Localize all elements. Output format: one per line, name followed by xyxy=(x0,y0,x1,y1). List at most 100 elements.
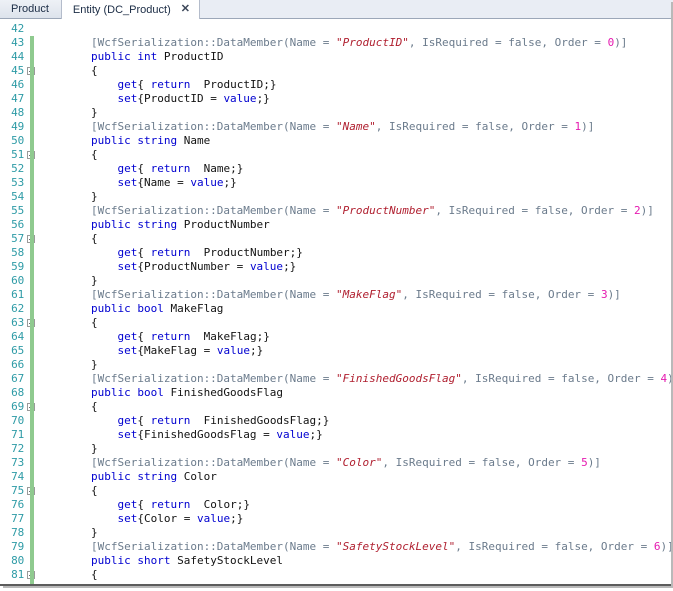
token-plain: { xyxy=(137,330,151,343)
token-kw: set xyxy=(38,428,138,441)
code-line[interactable]: 43 [WcfSerialization::DataMember(Name = … xyxy=(0,36,671,50)
code-line[interactable]: 79 [WcfSerialization::DataMember(Name = … xyxy=(0,540,671,554)
change-bar xyxy=(30,344,34,358)
code-line[interactable]: 49 [WcfSerialization::DataMember(Name = … xyxy=(0,120,671,134)
token-kw: public string xyxy=(38,218,184,231)
token-num: 3 xyxy=(600,288,608,301)
code-line[interactable]: 64 get{ return MakeFlag;} xyxy=(0,330,671,344)
code-text: [WcfSerialization::DataMember(Name = "Pr… xyxy=(38,36,627,50)
token-attr: )] xyxy=(614,36,628,49)
code-line[interactable]: 81 { xyxy=(0,568,671,582)
code-line[interactable]: 78 } xyxy=(0,526,671,540)
code-text: } xyxy=(38,358,98,372)
code-line[interactable]: 73 [WcfSerialization::DataMember(Name = … xyxy=(0,456,671,470)
code-line[interactable]: 55 [WcfSerialization::DataMember(Name = … xyxy=(0,204,671,218)
line-number: 75 xyxy=(11,484,24,497)
code-line[interactable]: 51 { xyxy=(0,148,671,162)
code-line[interactable]: 66 } xyxy=(0,358,671,372)
token-kw: value xyxy=(249,260,284,273)
line-number: 76 xyxy=(11,498,24,511)
tab-entity-dc-product[interactable]: Entity (DC_Product) ✕ xyxy=(60,0,200,19)
code-line[interactable]: 80 public short SafetyStockLevel xyxy=(0,554,671,568)
line-number: 45 xyxy=(11,64,24,77)
code-text: public bool MakeFlag xyxy=(38,302,223,316)
token-plain: {FinishedGoodsFlag = xyxy=(137,428,277,441)
token-plain: {ProductNumber = xyxy=(137,260,250,273)
code-line[interactable]: 65 set{MakeFlag = value;} xyxy=(0,344,671,358)
change-bar xyxy=(30,372,34,386)
code-line[interactable]: 60 } xyxy=(0,274,671,288)
line-number: 61 xyxy=(11,288,24,301)
code-line[interactable]: 48 } xyxy=(0,106,671,120)
code-line[interactable]: 45 { xyxy=(0,64,671,78)
change-bar xyxy=(30,428,34,442)
code-line[interactable]: 69 { xyxy=(0,400,671,414)
change-bar xyxy=(30,386,34,400)
code-line[interactable]: 57 { xyxy=(0,232,671,246)
code-text: } xyxy=(38,442,98,456)
code-line[interactable]: 50 public string Name xyxy=(0,134,671,148)
token-num: 5 xyxy=(581,456,588,469)
token-plain: { xyxy=(137,414,151,427)
code-text: } xyxy=(38,274,98,288)
line-number: 68 xyxy=(11,386,24,399)
code-lines-container[interactable]: 42 43 [WcfSerialization::DataMember(Name … xyxy=(0,19,671,584)
change-bar xyxy=(30,456,34,470)
code-line[interactable]: 74 public string Color xyxy=(0,470,671,484)
token-attr: )] xyxy=(607,288,621,301)
line-number: 71 xyxy=(11,428,24,441)
code-line[interactable]: 54 } xyxy=(0,190,671,204)
change-bar xyxy=(30,260,34,274)
code-line[interactable]: 46 get{ return ProductID;} xyxy=(0,78,671,92)
code-line[interactable]: 44 public int ProductID xyxy=(0,50,671,64)
token-attr: [WcfSerialization::DataMember(Name = xyxy=(38,372,337,385)
code-text: [WcfSerialization::DataMember(Name = "Ma… xyxy=(38,288,621,302)
code-line[interactable]: 62 public bool MakeFlag xyxy=(0,302,671,316)
code-text: get{ return MakeFlag;} xyxy=(38,330,269,344)
change-bar xyxy=(30,484,34,498)
line-number: 51 xyxy=(11,148,24,161)
code-line[interactable]: 72 } xyxy=(0,442,671,456)
change-bar xyxy=(30,120,34,134)
code-line[interactable]: 59 set{ProductNumber = value;} xyxy=(0,260,671,274)
code-line[interactable]: 70 get{ return FinishedGoodsFlag;} xyxy=(0,414,671,428)
tab-label: Product xyxy=(11,3,49,15)
change-bar xyxy=(30,302,34,316)
code-line[interactable]: 56 public string ProductNumber xyxy=(0,218,671,232)
token-plain: } xyxy=(38,358,98,371)
code-line[interactable]: 76 get{ return Color;} xyxy=(0,498,671,512)
token-plain: FinishedGoodsFlag;} xyxy=(190,414,330,427)
code-line[interactable]: 53 set{Name = value;} xyxy=(0,176,671,190)
token-str: "ProductID" xyxy=(336,36,409,49)
tab-product[interactable]: Product xyxy=(0,0,62,18)
token-kw: get xyxy=(38,162,138,175)
code-line[interactable]: 61 [WcfSerialization::DataMember(Name = … xyxy=(0,288,671,302)
code-line[interactable]: 68 public bool FinishedGoodsFlag xyxy=(0,386,671,400)
code-line[interactable]: 52 get{ return Name;} xyxy=(0,162,671,176)
line-number: 62 xyxy=(11,302,24,315)
token-kw: value xyxy=(216,344,250,357)
code-line[interactable]: 67 [WcfSerialization::DataMember(Name = … xyxy=(0,372,671,386)
change-bar xyxy=(30,330,34,344)
code-line[interactable]: 77 set{Color = value;} xyxy=(0,512,671,526)
token-plain: } xyxy=(38,106,98,119)
code-line[interactable]: 47 set{ProductID = value;} xyxy=(0,92,671,106)
token-str: "MakeFlag" xyxy=(336,288,403,301)
token-attr: , IsRequired = false, Order = xyxy=(455,540,654,553)
close-icon[interactable]: ✕ xyxy=(179,4,192,15)
change-bar xyxy=(30,246,34,260)
change-bar xyxy=(30,78,34,92)
change-bar xyxy=(30,526,34,540)
code-text: [WcfSerialization::DataMember(Name = "Sa… xyxy=(38,540,671,554)
code-line[interactable]: 58 get{ return ProductNumber;} xyxy=(0,246,671,260)
code-line[interactable]: 63 { xyxy=(0,316,671,330)
code-text: [WcfSerialization::DataMember(Name = "Fi… xyxy=(38,372,671,386)
code-line[interactable]: 42 xyxy=(0,22,671,36)
line-number: 48 xyxy=(11,106,24,119)
line-number: 73 xyxy=(11,456,24,469)
token-kw: public bool xyxy=(38,386,171,399)
code-line[interactable]: 71 set{FinishedGoodsFlag = value;} xyxy=(0,428,671,442)
change-bar xyxy=(30,92,34,106)
code-line[interactable]: 75 { xyxy=(0,484,671,498)
code-editor[interactable]: 42 43 [WcfSerialization::DataMember(Name … xyxy=(0,19,673,584)
